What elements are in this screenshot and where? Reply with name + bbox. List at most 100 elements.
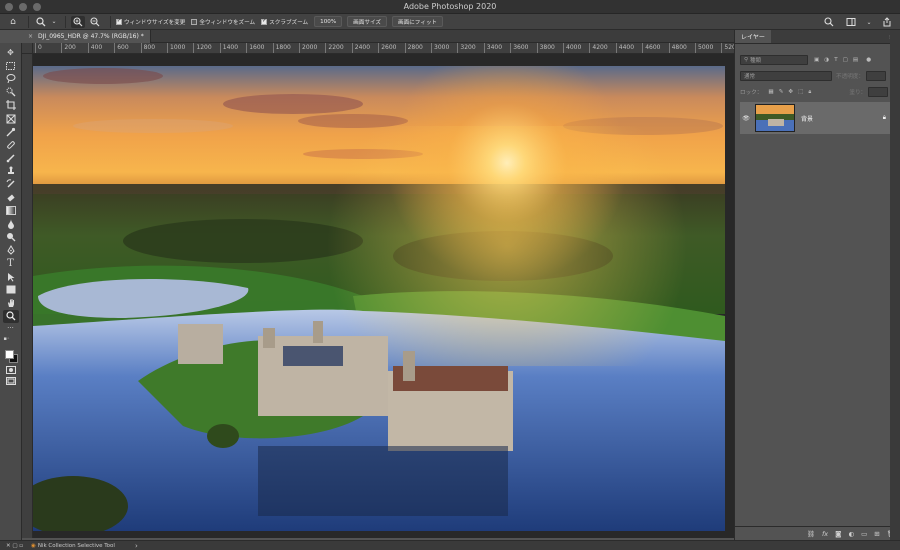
marquee-tool-icon[interactable] xyxy=(3,59,19,72)
maximize-window-button[interactable] xyxy=(33,3,41,11)
ruler-tick: 5200 xyxy=(721,43,734,53)
adjustment-layer-icon[interactable]: ◐ xyxy=(848,530,854,538)
chevron-right-icon[interactable]: › xyxy=(135,542,138,550)
lock-move-icon[interactable]: ✥ xyxy=(788,89,793,95)
ruler-tick: 3000 xyxy=(431,43,449,53)
zoom-100-button[interactable]: 100% xyxy=(314,16,343,27)
lock-paint-icon[interactable]: ✎ xyxy=(779,89,784,95)
opacity-input[interactable] xyxy=(865,71,886,81)
fill-screen-button[interactable]: 画面にフィット xyxy=(391,16,444,27)
filter-toggle-icon[interactable]: ● xyxy=(866,57,871,63)
blur-tool-icon[interactable] xyxy=(3,217,19,230)
ruler-label: 800 xyxy=(143,44,156,51)
fill-label: 塗り： xyxy=(849,90,867,96)
blend-mode-select[interactable]: 通常 xyxy=(740,71,832,81)
quick-selection-tool-icon[interactable] xyxy=(3,86,19,99)
ruler-label: 4200 xyxy=(592,44,608,51)
type-tool-icon[interactable]: T xyxy=(3,257,19,270)
nik-collection-item[interactable]: ◉ Nik Collection Selective Tool xyxy=(31,543,115,549)
crop-tool-icon[interactable] xyxy=(3,99,19,112)
healing-brush-tool-icon[interactable] xyxy=(3,138,19,151)
path-selection-tool-icon[interactable] xyxy=(3,270,19,283)
layer-name[interactable]: 背景 xyxy=(801,114,883,123)
zoom-out-icon[interactable] xyxy=(88,16,102,28)
lock-transparent-icon[interactable]: ▦ xyxy=(768,89,773,95)
ruler-tick: 4400 xyxy=(615,43,634,53)
move-tool-icon[interactable]: ✥ xyxy=(3,46,19,59)
filter-pixel-icon[interactable]: ▣ xyxy=(814,57,819,63)
lock-icon[interactable]: 🔒︎ xyxy=(883,114,886,122)
ruler-label: 4000 xyxy=(566,44,582,51)
more-tools-icon[interactable]: ··· xyxy=(3,323,19,334)
zoom-in-icon[interactable] xyxy=(71,15,85,28)
clone-stamp-tool-icon[interactable] xyxy=(3,165,19,178)
ruler-label: 1800 xyxy=(275,44,291,51)
fill-input[interactable] xyxy=(868,87,889,97)
ruler-label: 3200 xyxy=(460,44,476,51)
eraser-tool-icon[interactable] xyxy=(3,191,19,204)
layer-filter-select[interactable]: ⚲ 種類 xyxy=(740,55,808,65)
fit-screen-button[interactable]: 画面サイズ xyxy=(347,16,387,27)
screen-mode-icon[interactable] xyxy=(3,376,19,387)
ruler-label: 3800 xyxy=(539,44,555,51)
zoom-all-windows-checkbox[interactable]: 全ウィンドウをズーム xyxy=(191,18,255,26)
hand-tool-icon[interactable] xyxy=(3,297,19,310)
filter-adjustment-icon[interactable]: ◑ xyxy=(824,57,829,63)
eyedropper-tool-icon[interactable] xyxy=(3,125,19,138)
chevron-down-icon[interactable]: ⌄ xyxy=(866,16,872,28)
dodge-tool-icon[interactable] xyxy=(3,231,19,244)
search-icon: ⚲ xyxy=(744,57,749,63)
vertical-ruler[interactable] xyxy=(22,54,33,538)
ruler-tick: 3200 xyxy=(457,43,476,53)
history-brush-tool-icon[interactable] xyxy=(3,178,19,191)
filter-smart-object-icon[interactable]: ▤ xyxy=(853,57,858,63)
home-icon[interactable]: ⌂ xyxy=(6,16,20,28)
tools-panel: ✥ T ··· ▪◦ xyxy=(0,43,22,540)
lock-row: ロック： ▦ ✎ ✥ ⬚ 🔒︎ 塗り： xyxy=(740,87,896,97)
workspace-icon[interactable] xyxy=(844,16,858,28)
add-mask-icon[interactable]: ◙ xyxy=(835,530,841,538)
zoom-tool-icon[interactable] xyxy=(2,309,19,323)
document-tab[interactable]: × DJI_0965_HDR @ 47.7% (RGB/16) * xyxy=(22,30,151,43)
new-layer-icon[interactable]: ⊞ xyxy=(874,530,879,538)
rectangle-tool-icon[interactable] xyxy=(3,283,19,296)
default-colors-icon[interactable]: ▪◦ xyxy=(3,334,19,345)
lock-artboard-icon[interactable]: ⬚ xyxy=(798,89,803,95)
zoom-tool-icon[interactable] xyxy=(34,16,48,28)
chevron-down-icon[interactable]: ⌄ xyxy=(51,16,57,28)
filter-shape-icon[interactable]: ▢ xyxy=(843,57,848,63)
minimize-window-button[interactable] xyxy=(19,3,27,11)
layer-row-background[interactable]: 👁︎ 背景 🔒︎ xyxy=(740,102,892,134)
frame-tool-icon[interactable] xyxy=(3,112,19,125)
document-image[interactable] xyxy=(33,66,725,531)
close-icon[interactable]: × xyxy=(28,33,33,40)
layer-style-icon[interactable]: fx xyxy=(822,530,828,538)
close-window-button[interactable] xyxy=(5,3,13,11)
search-icon[interactable] xyxy=(822,16,836,28)
brush-tool-icon[interactable] xyxy=(3,152,19,165)
color-swatches[interactable] xyxy=(3,347,19,365)
link-layers-icon[interactable]: ⛓ xyxy=(807,530,815,538)
layers-tab[interactable]: レイヤー xyxy=(735,30,771,43)
gradient-tool-icon[interactable] xyxy=(3,204,19,217)
new-group-icon[interactable]: ▭ xyxy=(861,530,867,538)
filter-type-icon[interactable]: T xyxy=(834,57,837,63)
pen-tool-icon[interactable] xyxy=(3,244,19,257)
ruler-tick: 1000 xyxy=(167,43,185,53)
visibility-eye-icon[interactable]: 👁︎ xyxy=(740,115,752,122)
quick-mask-icon[interactable] xyxy=(3,365,19,376)
horizontal-ruler[interactable]: 0 200 400 600 800 1000 1200 1400 1600 1800 2000 220… xyxy=(33,43,734,54)
share-icon[interactable] xyxy=(880,16,894,28)
options-bar: ⌂ ⌄ ✓ ウィンドウサイズを変更 全ウィンドウをズーム ✓ スクラブズーム 100… xyxy=(0,14,900,30)
scrubby-zoom-checkbox[interactable]: ✓ スクラブズーム xyxy=(261,18,308,26)
document-tab-bar: × DJI_0965_HDR @ 47.7% (RGB/16) * xyxy=(22,30,734,43)
status-controls[interactable]: ✕ ▢ ▫ xyxy=(6,543,23,549)
ruler-tick: 1200 xyxy=(193,43,212,53)
lock-all-icon[interactable]: 🔒︎ xyxy=(808,89,811,96)
ruler-tick: 2400 xyxy=(351,43,370,53)
ruler-label: 5200 xyxy=(724,44,734,51)
foreground-color-swatch[interactable] xyxy=(4,349,14,359)
lasso-tool-icon[interactable] xyxy=(3,72,19,85)
canvas-area[interactable] xyxy=(33,54,734,538)
resize-windows-checkbox[interactable]: ✓ ウィンドウサイズを変更 xyxy=(116,18,185,26)
